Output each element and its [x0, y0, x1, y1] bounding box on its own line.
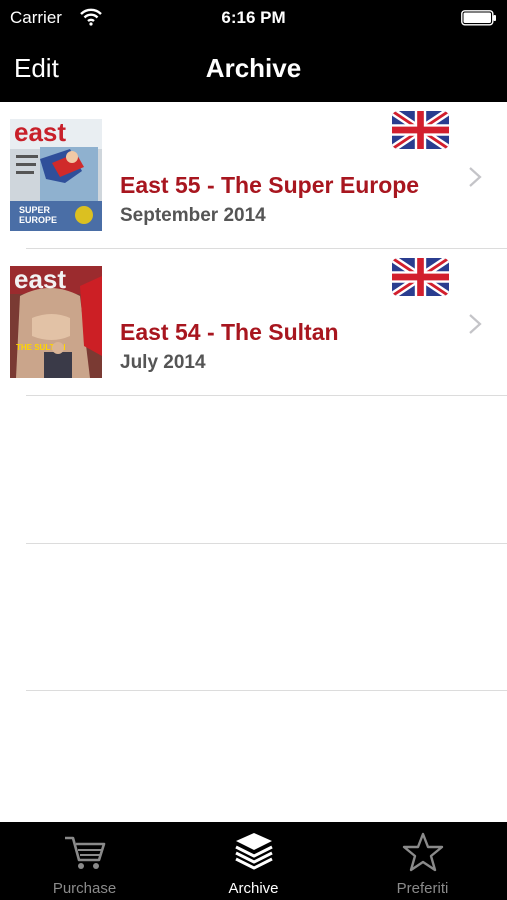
- navigation-bar: Edit Archive: [0, 36, 507, 102]
- issue-title: East 55 - The Super Europe: [120, 172, 420, 198]
- divider: [26, 690, 507, 691]
- magazine-cover: east SUPER EUROPE: [10, 119, 102, 231]
- star-icon: [402, 832, 443, 872]
- status-bar: Carrier 6:16 PM: [0, 0, 507, 36]
- issue-title: East 54 - The Sultan: [120, 319, 339, 345]
- tab-bar: Purchase Archive Preferiti: [0, 822, 507, 900]
- tab-archive[interactable]: Archive: [169, 822, 338, 900]
- svg-text:EUROPE: EUROPE: [19, 215, 57, 225]
- magazine-cover: east THE SULTAN: [10, 266, 102, 378]
- divider: [26, 395, 507, 396]
- tab-label: Purchase: [52, 880, 117, 897]
- battery-icon: [461, 10, 496, 26]
- page-title-text: Archive: [205, 53, 302, 83]
- tab-purchase[interactable]: Purchase: [0, 822, 169, 900]
- tab-preferiti[interactable]: Preferiti: [338, 822, 507, 900]
- archive-list: east SUPER EUROPE East 55 - The Super Eu…: [0, 102, 507, 691]
- stack-icon: [234, 833, 273, 870]
- uk-flag-icon: [392, 258, 449, 296]
- svg-text:SUPER: SUPER: [19, 205, 51, 215]
- list-item[interactable]: east THE SULTAN East 54 - The Sultan Jul…: [0, 249, 507, 396]
- cart-icon: [64, 836, 105, 869]
- issue-date: July 2014: [120, 352, 206, 373]
- cover-masthead: east: [14, 119, 66, 147]
- cover-masthead: east: [14, 266, 66, 294]
- tab-label: Preferiti: [396, 880, 449, 897]
- uk-flag-icon: [392, 111, 449, 149]
- issue-date: September 2014: [120, 205, 266, 226]
- chevron-right-icon: [468, 166, 482, 188]
- clock: 6:16 PM: [221, 8, 286, 27]
- page-title: Archive: [0, 53, 507, 84]
- chevron-right-icon: [468, 313, 482, 335]
- divider: [26, 543, 507, 544]
- list-item[interactable]: east SUPER EUROPE East 55 - The Super Eu…: [0, 102, 507, 249]
- tab-label: Archive: [228, 880, 279, 897]
